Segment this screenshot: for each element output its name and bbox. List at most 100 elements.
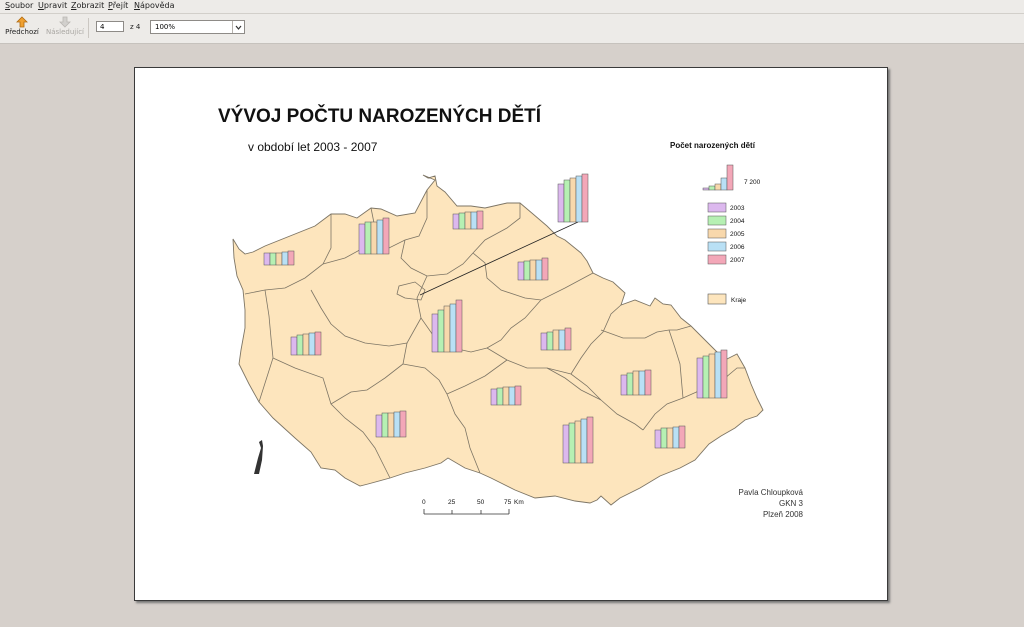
region-bar bbox=[620, 374, 628, 396]
arrow-down-icon bbox=[59, 16, 71, 28]
region-bar bbox=[564, 327, 572, 351]
region-bar bbox=[558, 329, 566, 351]
legend-region-label: Kraje bbox=[731, 297, 747, 304]
region-bar bbox=[708, 353, 716, 399]
region-bar bbox=[672, 426, 680, 449]
legend-swatch-2003 bbox=[707, 202, 727, 213]
region-bar bbox=[552, 329, 560, 351]
region-bar bbox=[358, 223, 366, 255]
scale-bar bbox=[423, 509, 510, 515]
region-bar bbox=[540, 332, 548, 351]
region-bar bbox=[302, 333, 310, 356]
legend-scale-bar bbox=[720, 177, 728, 191]
region-bar bbox=[376, 219, 384, 255]
region-bar bbox=[563, 179, 571, 223]
region-bar bbox=[263, 252, 271, 266]
region-bar bbox=[452, 213, 460, 230]
region-bar bbox=[476, 210, 484, 230]
legend-scale-symbol bbox=[702, 164, 734, 191]
region-bar bbox=[562, 424, 570, 464]
region-bar bbox=[720, 349, 728, 399]
region-bar bbox=[580, 418, 588, 464]
legend-title: Počet narozených dětí bbox=[670, 141, 755, 150]
region-bar bbox=[660, 427, 668, 449]
menu-upravit[interactable]: Upravit bbox=[38, 1, 67, 10]
region-bar bbox=[269, 252, 277, 266]
region-bar bbox=[529, 259, 537, 281]
previous-page-button[interactable]: Předchozí bbox=[2, 14, 42, 43]
toolbar-separator bbox=[88, 18, 89, 38]
menu-bar: Soubor Upravit Zobrazit Přejít Nápověda bbox=[0, 0, 1024, 14]
region-bar bbox=[581, 173, 589, 223]
region-bar bbox=[370, 221, 378, 255]
legend-swatch-2007 bbox=[707, 254, 727, 265]
region-bar bbox=[632, 370, 640, 396]
previous-page-label: Předchozí bbox=[5, 28, 39, 36]
region-bar bbox=[541, 257, 549, 281]
scale-tick-25: 25 bbox=[448, 499, 456, 506]
next-page-label: Následující bbox=[46, 28, 84, 36]
region-bar bbox=[569, 177, 577, 223]
region-bar bbox=[702, 355, 710, 399]
region-bar bbox=[490, 388, 498, 406]
region-bar bbox=[290, 336, 298, 356]
page-number-input[interactable] bbox=[96, 21, 124, 32]
region-bar bbox=[678, 425, 686, 449]
credit-author: Pavla Chloupková bbox=[738, 488, 803, 497]
region-bar bbox=[586, 416, 594, 464]
chevron-down-icon bbox=[232, 21, 244, 33]
region-bar bbox=[666, 427, 674, 449]
scale-tick-0: 0 bbox=[422, 499, 426, 506]
region-bar bbox=[431, 313, 439, 353]
menu-zobrazit[interactable]: Zobrazit bbox=[71, 1, 104, 10]
region-bar bbox=[502, 386, 510, 406]
region-bar bbox=[568, 422, 576, 464]
legend-scale-bar bbox=[708, 185, 716, 191]
document-subtitle: v období let 2003 - 2007 bbox=[248, 140, 378, 154]
region-bar bbox=[393, 411, 401, 438]
legend-year-2006: 2006 bbox=[730, 244, 745, 251]
region-bar bbox=[696, 357, 704, 399]
legend-year-2005: 2005 bbox=[730, 231, 745, 238]
region-bar bbox=[517, 261, 525, 281]
region-bar bbox=[464, 211, 472, 230]
legend-region-swatch bbox=[707, 293, 727, 305]
document-page: 0 25 50 75 Km 7 200 2003 2004 2005 2006 2007… bbox=[134, 67, 888, 601]
legend-year-swatches: 2003 2004 2005 2006 2007 bbox=[707, 202, 745, 265]
region-bar bbox=[387, 412, 395, 438]
scale-tick-75: 75 bbox=[504, 499, 512, 506]
legend-scale-bar bbox=[714, 183, 722, 191]
menu-prejit[interactable]: Přejít bbox=[108, 1, 128, 10]
region-bar bbox=[496, 387, 504, 406]
scale-tick-50: 50 bbox=[477, 499, 485, 506]
legend-scale-bar bbox=[726, 164, 734, 191]
menu-soubor[interactable]: Soubor bbox=[5, 1, 33, 10]
region-bar bbox=[644, 369, 652, 396]
credit-block: Pavla Chloupková GKN 3 Plzeň 2008 bbox=[715, 487, 803, 520]
region-bar bbox=[535, 259, 543, 281]
page-count-label: z 4 bbox=[130, 23, 141, 31]
region-bar bbox=[382, 217, 390, 255]
region-bar bbox=[455, 299, 463, 353]
region-bar bbox=[626, 372, 634, 396]
region-bar bbox=[287, 250, 295, 266]
region-bar bbox=[470, 211, 478, 230]
region-bar bbox=[275, 252, 283, 266]
region-bar bbox=[575, 175, 583, 223]
region-bar bbox=[443, 305, 451, 353]
legend-swatch-2006 bbox=[707, 241, 727, 252]
region-bar bbox=[546, 331, 554, 351]
menu-napoveda[interactable]: Nápověda bbox=[134, 1, 175, 10]
north-arrow-icon bbox=[254, 440, 263, 474]
region-bar bbox=[381, 412, 389, 438]
next-page-button[interactable]: Následující bbox=[44, 14, 86, 43]
region-bar bbox=[314, 331, 322, 356]
credit-class: GKN 3 bbox=[778, 499, 803, 508]
zoom-select[interactable]: 100% bbox=[150, 20, 245, 34]
region-bar bbox=[574, 420, 582, 464]
zoom-value: 100% bbox=[155, 23, 176, 31]
legend-year-2004: 2004 bbox=[730, 218, 745, 225]
region-bar bbox=[308, 332, 316, 356]
scale-unit: Km bbox=[514, 499, 524, 506]
region-bar bbox=[638, 370, 646, 396]
